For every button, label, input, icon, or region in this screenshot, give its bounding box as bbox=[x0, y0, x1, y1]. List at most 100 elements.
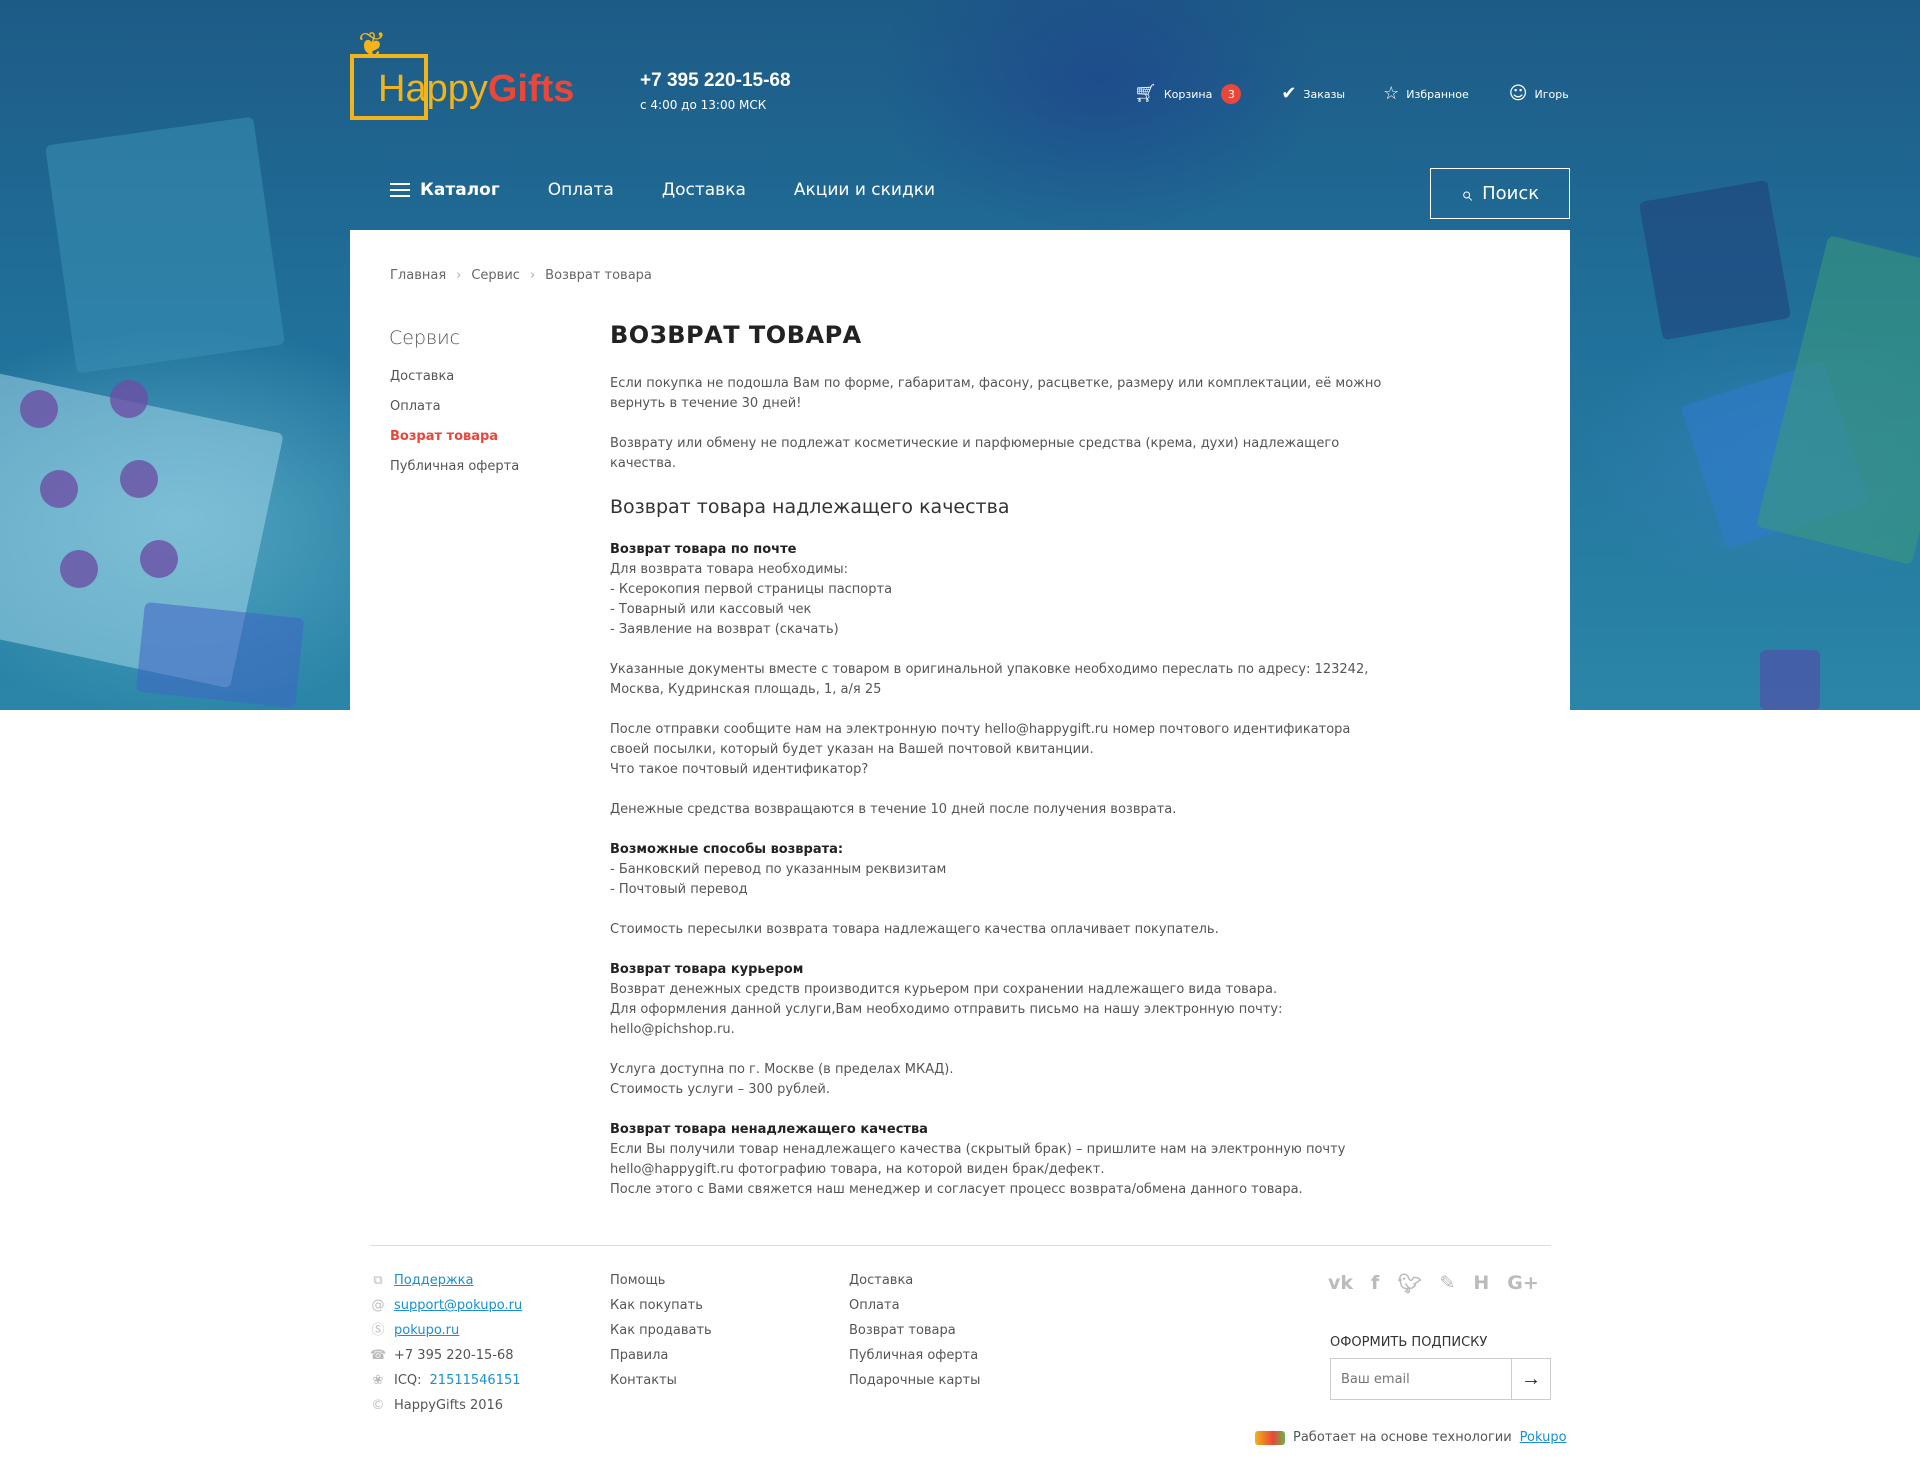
orders-label: Заказы bbox=[1303, 87, 1346, 101]
nav-catalog[interactable]: Каталог bbox=[390, 180, 500, 200]
footer-contacts: ⧉ Поддержка @ support@pokupo.ru Ⓢpokupo.ru… bbox=[370, 1268, 522, 1418]
powered-by: Работает на основе технологии Pokupo bbox=[1255, 1430, 1567, 1445]
cart-label: Корзина bbox=[1163, 87, 1213, 101]
footer-link-gift-cards[interactable]: Подарочные карты bbox=[849, 1368, 980, 1393]
section-heading: Возврат товара надлежащего качества bbox=[610, 496, 1010, 518]
footer-link-how-to-buy[interactable]: Как покупать bbox=[610, 1293, 712, 1318]
vk-icon[interactable]: vk bbox=[1328, 1272, 1353, 1295]
footer-link-rules[interactable]: Правила bbox=[610, 1343, 712, 1368]
nav-payment[interactable]: Оплата bbox=[548, 180, 614, 200]
address-paragraph: Указанные документы вместе с товаром в о… bbox=[610, 662, 1369, 697]
icq-value[interactable]: 21511546151 bbox=[430, 1368, 521, 1393]
support-icon: ⧉ bbox=[373, 1273, 383, 1288]
main-nav: Каталог Оплата Доставка Акции и скидки bbox=[390, 180, 983, 200]
star-icon: ☆ bbox=[1383, 83, 1400, 104]
sidebar-item-delivery[interactable]: Доставка bbox=[390, 362, 519, 392]
subscribe-email-input[interactable] bbox=[1331, 1359, 1511, 1399]
menu-icon bbox=[390, 183, 410, 197]
habr-icon[interactable]: H bbox=[1473, 1272, 1489, 1295]
subscribe-form: → bbox=[1330, 1358, 1551, 1400]
breadcrumb-home[interactable]: Главная bbox=[390, 268, 446, 283]
orders-link[interactable]: ✔ Заказы bbox=[1281, 84, 1345, 104]
user-link[interactable]: ☺ Игорь bbox=[1509, 84, 1569, 104]
text-line: Для оформления данной услуги,Вам необход… bbox=[610, 1002, 1283, 1037]
text-line: После отправки сообщите нам на электронн… bbox=[610, 722, 1351, 757]
search-label: Поиск bbox=[1482, 183, 1540, 204]
icq-icon: ❀ bbox=[372, 1373, 384, 1388]
cart-link[interactable]: 🛒︎ Корзина 3 bbox=[1134, 83, 1242, 104]
text-line: После этого с Вами свяжется наш менеджер… bbox=[610, 1182, 1303, 1197]
courier-block: Возврат товара курьером Возврат денежных… bbox=[610, 960, 1390, 1040]
header-user-links: 🛒︎ Корзина 3 ✔ Заказы ☆ Избранное ☺ Игор… bbox=[1134, 84, 1569, 104]
text-line: - Ксерокопия первой страницы паспорта bbox=[610, 582, 893, 597]
return-methods-title: Возможные способы возврата: bbox=[610, 842, 844, 857]
footer-help-links: Помощь Как покупать Как продавать Правил… bbox=[610, 1268, 712, 1393]
shipping-cost-paragraph: Стоимость пересылки возврата товара надл… bbox=[610, 922, 1219, 937]
courier-area-block: Услуга доступна по г. Москве (в пределах… bbox=[610, 1060, 1390, 1100]
cart-count-badge: 3 bbox=[1221, 84, 1242, 104]
copyright-text: HappyGifts 2016 bbox=[394, 1398, 504, 1413]
courier-title: Возврат товара курьером bbox=[610, 962, 804, 977]
icq-label: ICQ: bbox=[394, 1373, 422, 1388]
subscribe-submit-button[interactable]: → bbox=[1511, 1359, 1550, 1399]
gift-bow-icon: ❦ bbox=[358, 25, 387, 65]
user-icon: ☺ bbox=[1508, 83, 1528, 104]
skype-icon: Ⓢ bbox=[371, 1323, 385, 1338]
defective-title: Возврат товара ненадлежащего качества bbox=[610, 1122, 928, 1137]
facebook-icon[interactable]: f bbox=[1371, 1272, 1379, 1295]
google-plus-icon[interactable]: G+ bbox=[1507, 1272, 1539, 1295]
email-link[interactable]: support@pokupo.ru bbox=[394, 1293, 522, 1318]
favorites-link[interactable]: ☆ Избранное bbox=[1383, 84, 1469, 104]
favorites-label: Избранное bbox=[1406, 87, 1469, 101]
text-line: - Товарный или кассовый чек bbox=[610, 602, 812, 617]
text-line: Для возврата товара необходимы: bbox=[610, 562, 849, 577]
breadcrumb: Главная › Сервис › Возврат товара bbox=[390, 268, 652, 283]
nav-delivery[interactable]: Доставка bbox=[662, 180, 746, 200]
phone-icon: ☎ bbox=[370, 1348, 387, 1363]
header-hours: с 4:00 до 13:00 МСК bbox=[640, 98, 767, 112]
pokupo-logo bbox=[1255, 1430, 1285, 1445]
header-phone[interactable]: +7 395 220-15-68 bbox=[640, 70, 791, 92]
twitter-icon[interactable]: 🐦︎ bbox=[1397, 1272, 1421, 1295]
sidebar-item-return[interactable]: Возрат товара bbox=[390, 422, 519, 452]
mail-return-title: Возврат товара по почте bbox=[610, 542, 797, 557]
arrow-right-icon: → bbox=[1521, 1367, 1541, 1390]
powered-text: Работает на основе технологии bbox=[1293, 1430, 1512, 1445]
footer-service-links: Доставка Оплата Возврат товара Публичная… bbox=[849, 1268, 980, 1393]
exclusion-paragraph: Возврату или обмену не подлежат косметич… bbox=[610, 436, 1340, 471]
footer-link-return[interactable]: Возврат товара bbox=[849, 1318, 980, 1343]
social-links: vk f 🐦︎ ✎ H G+ bbox=[1328, 1272, 1539, 1295]
text-line: Если Вы получили товар ненадлежащего кач… bbox=[610, 1142, 1346, 1177]
checkmark-icon: ✔ bbox=[1281, 83, 1297, 104]
sidebar-item-offer[interactable]: Публичная оферта bbox=[390, 452, 519, 482]
basket-icon: 🛒︎ bbox=[1134, 83, 1157, 104]
footer-link-offer[interactable]: Публичная оферта bbox=[849, 1343, 980, 1368]
intro-paragraph: Если покупка не подошла Вам по форме, га… bbox=[610, 376, 1382, 411]
search-button[interactable]: ⌕ Поиск bbox=[1430, 168, 1570, 219]
footer-link-how-to-sell[interactable]: Как продавать bbox=[610, 1318, 712, 1343]
footer-link-delivery[interactable]: Доставка bbox=[849, 1268, 980, 1293]
pokupo-link[interactable]: Pokupo bbox=[1520, 1430, 1567, 1445]
sidebar-item-payment[interactable]: Оплата bbox=[390, 392, 519, 422]
footer-divider bbox=[370, 1245, 1551, 1246]
footer-phone: +7 395 220-15-68 bbox=[394, 1348, 514, 1363]
sidebar-menu: Доставка Оплата Возрат товара Публичная … bbox=[390, 362, 519, 482]
support-link[interactable]: Поддержка bbox=[394, 1268, 474, 1293]
footer-link-contacts[interactable]: Контакты bbox=[610, 1368, 712, 1393]
at-icon: @ bbox=[371, 1298, 385, 1313]
page-title: ВОЗВРАТ ТОВАРА bbox=[610, 321, 862, 349]
breadcrumb-service[interactable]: Сервис bbox=[471, 268, 520, 283]
livejournal-icon[interactable]: ✎ bbox=[1439, 1272, 1455, 1295]
nav-catalog-label: Каталог bbox=[420, 180, 500, 200]
text-line: Возврат денежных средств производится ку… bbox=[610, 982, 1278, 997]
copyright-icon: © bbox=[371, 1398, 385, 1413]
breadcrumb-current: Возврат товара bbox=[545, 268, 652, 283]
user-label: Игорь bbox=[1534, 87, 1569, 101]
search-icon: ⌕ bbox=[1460, 181, 1473, 206]
footer-link-help[interactable]: Помощь bbox=[610, 1268, 712, 1293]
logo[interactable]: ❦ HappyGifts bbox=[350, 25, 574, 123]
text-line: - Почтовый перевод bbox=[610, 882, 748, 897]
nav-promo[interactable]: Акции и скидки bbox=[794, 180, 935, 200]
footer-link-payment[interactable]: Оплата bbox=[849, 1293, 980, 1318]
skype-link[interactable]: pokupo.ru bbox=[394, 1318, 459, 1343]
